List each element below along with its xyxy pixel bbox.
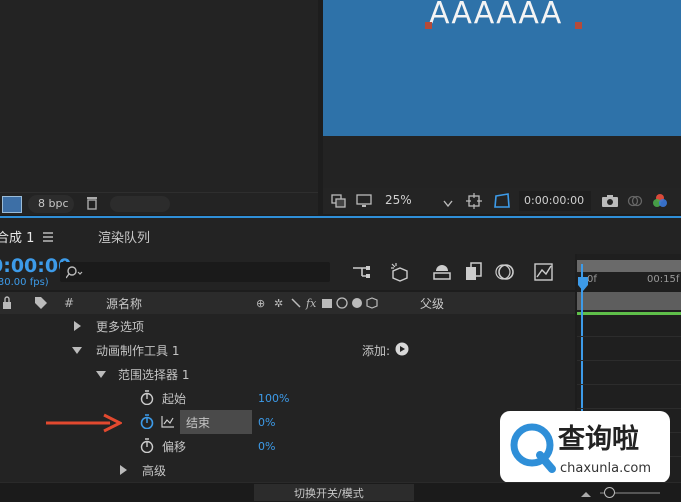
list-item[interactable]: 起始 100%	[0, 386, 575, 411]
row-label: 更多选项	[96, 320, 145, 334]
property-value[interactable]: 100%	[258, 392, 289, 405]
watermark-url: chaxunla.com	[560, 461, 651, 476]
text-bbox-handle[interactable]	[575, 22, 582, 29]
property-value[interactable]: 0%	[258, 416, 275, 429]
tab-render-queue[interactable]: 渲染队列	[98, 227, 150, 246]
trash-icon[interactable]	[86, 196, 98, 210]
ruler-strip	[577, 292, 681, 310]
row-label: 高级	[142, 464, 167, 478]
search-icon	[65, 265, 84, 282]
list-item[interactable]: 范围选择器 1	[0, 362, 575, 387]
track-row	[577, 336, 681, 337]
disclosure-collapsed-icon[interactable]	[74, 321, 81, 331]
timeline-controls: 0:00:00 (30.00 fps)	[0, 254, 575, 290]
stopwatch-icon[interactable]	[140, 438, 154, 456]
toggle-switches-modes-button[interactable]: 切换开关/模式	[254, 484, 414, 501]
watermark-logo-icon	[508, 421, 558, 476]
layer-search-input[interactable]	[60, 262, 330, 282]
viewer-timecode: 0:00:00:00	[524, 194, 585, 207]
motion-blur-icon[interactable]	[494, 262, 516, 285]
track-row	[577, 384, 681, 385]
monitor-icon[interactable]	[356, 194, 372, 211]
add-property-label[interactable]: 添加:	[362, 342, 390, 359]
column-number: #	[64, 296, 75, 310]
disclosure-expanded-icon[interactable]	[96, 371, 106, 378]
layer-duration-bar[interactable]	[577, 312, 681, 315]
disclosure-expanded-icon[interactable]	[72, 347, 82, 354]
color-depth-icon[interactable]	[2, 196, 22, 213]
row-label: 动画制作工具 1	[96, 344, 180, 358]
switches-icons-strip[interactable]: ⊕ ✲ fx	[256, 296, 396, 310]
timeline-column-header: # 源名称 ⊕ ✲ fx 父级	[0, 292, 575, 315]
list-item[interactable]: 偏移 0%	[0, 434, 575, 459]
region-of-interest-icon[interactable]	[466, 193, 482, 212]
composition-canvas[interactable]: AAAAAA	[323, 0, 681, 136]
playhead-handle-icon[interactable]	[577, 276, 589, 295]
watermark-badge: 查询啦 chaxunla.com	[500, 411, 670, 483]
list-item[interactable]: 更多选项	[0, 314, 575, 339]
stopwatch-active-icon[interactable]	[140, 414, 154, 432]
column-parent[interactable]: 父级	[420, 295, 444, 312]
arrow-right-icon	[44, 412, 124, 437]
timecode-box[interactable]: 0:00:00:00	[519, 191, 591, 211]
track-row	[577, 408, 681, 409]
show-snapshot-icon[interactable]	[627, 193, 643, 212]
bpc-button[interactable]: 8 bpc	[28, 195, 74, 213]
ruler-mark: 00:15f	[647, 274, 680, 285]
tab-composition-1[interactable]: 合成 1	[0, 227, 34, 246]
list-item[interactable]: 高级	[0, 458, 575, 483]
label-tag-icon[interactable]	[34, 296, 48, 313]
row-label: 范围选择器 1	[118, 368, 190, 382]
row-label: 偏移	[162, 440, 187, 454]
play-circle-icon[interactable]	[395, 342, 409, 359]
column-source-name[interactable]: 源名称	[106, 295, 142, 312]
track-row	[577, 360, 681, 361]
zoom-value[interactable]: 25%	[385, 193, 412, 207]
viewer-toolbar: 25% 0:00:00:00	[323, 188, 681, 214]
svg-text:⊕: ⊕	[256, 297, 265, 310]
row-label: 结束	[186, 416, 211, 430]
svg-text:fx: fx	[305, 297, 317, 310]
property-value[interactable]: 0%	[258, 440, 275, 453]
frame-rate-label: (30.00 fps)	[0, 277, 49, 288]
graph-editor-icon[interactable]	[534, 262, 554, 285]
canvas-text-layer[interactable]: AAAAAA	[429, 0, 562, 31]
shy-layers-icon[interactable]	[432, 263, 452, 284]
snapshot-compare-icon[interactable]	[331, 194, 347, 211]
list-item[interactable]: 动画制作工具 1 添加:	[0, 338, 575, 363]
frame-blending-icon[interactable]	[464, 262, 484, 285]
watermark-brand: 查询啦	[558, 424, 639, 455]
disclosure-collapsed-icon[interactable]	[120, 465, 127, 475]
zoom-slider-knob[interactable]	[604, 487, 615, 498]
draft-3d-icon[interactable]	[390, 262, 410, 285]
bpc-label: 8 bpc	[38, 197, 69, 210]
project-scroll-track[interactable]	[110, 196, 170, 212]
stopwatch-icon[interactable]	[140, 390, 154, 408]
work-area-bar[interactable]	[577, 260, 681, 272]
toggle-label: 切换开关/模式	[294, 487, 364, 500]
transparency-grid-icon[interactable]	[493, 192, 511, 213]
project-panel	[0, 0, 318, 214]
color-channels-icon[interactable]	[651, 192, 669, 213]
text-bbox-handle[interactable]	[425, 22, 432, 29]
timeline-tab-bar: 合成 1 渲染队列	[0, 218, 681, 254]
camera-icon[interactable]	[601, 194, 619, 211]
svg-text:✲: ✲	[274, 297, 283, 310]
project-panel-footer: 8 bpc	[0, 192, 318, 215]
lock-icon[interactable]	[2, 296, 12, 313]
hamburger-menu-icon[interactable]	[42, 231, 54, 245]
timeline-footer: 切换开关/模式	[0, 482, 681, 502]
row-label: 起始	[162, 392, 187, 406]
graph-icon[interactable]	[161, 415, 175, 431]
chevron-down-icon[interactable]	[443, 197, 453, 211]
zoom-out-icon[interactable]	[580, 488, 592, 502]
composition-flowchart-icon[interactable]	[352, 264, 372, 283]
